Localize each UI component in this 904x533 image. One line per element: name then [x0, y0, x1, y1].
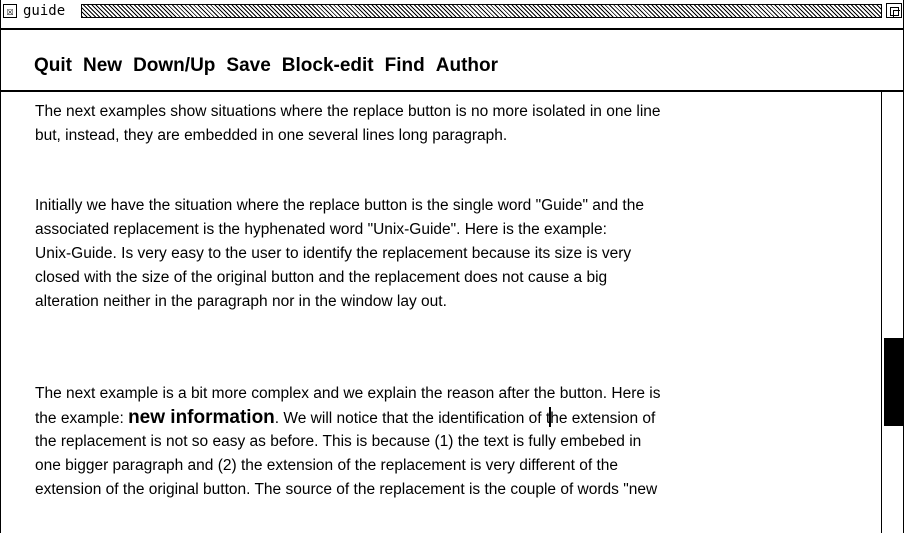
text-line: The next example is a bit more complex a… [35, 385, 661, 402]
resize-icon[interactable] [886, 3, 902, 18]
text-segment: . We will notice that the identification… [274, 410, 551, 427]
text-line: Unix-Guide. Is very easy to the user to … [35, 245, 632, 262]
text-line: the replacement is not so easy as before… [35, 433, 642, 450]
guide-window: ☒ guide Quit New Down/Up Save Block-edit… [0, 0, 904, 533]
menu-quit[interactable]: Quit [34, 55, 72, 77]
menu-find[interactable]: Find [385, 55, 425, 77]
window-title: guide [23, 3, 70, 19]
text-segment: the example: [35, 410, 129, 427]
new-information-button[interactable]: new information [128, 407, 275, 428]
vertical-scrollbar[interactable] [881, 92, 904, 533]
menu-block-edit[interactable]: Block-edit [282, 55, 374, 77]
text-line-with-button: the example: new information. We will no… [35, 406, 865, 430]
title-bar-stipple [81, 4, 882, 18]
text-segment: he extension of [550, 410, 656, 427]
resize-icon-corner [893, 10, 900, 17]
paragraph-3: The next example is a bit more complex a… [35, 382, 865, 502]
document-content[interactable]: The next examples show situations where … [1, 92, 881, 533]
paragraph-2: Initially we have the situation where th… [35, 194, 865, 314]
text-line: closed with the size of the original but… [35, 269, 608, 286]
menu-author[interactable]: Author [436, 55, 498, 77]
menu-save[interactable]: Save [226, 55, 270, 77]
text-line: but, instead, they are embedded in one s… [35, 127, 508, 144]
title-bar[interactable]: ☒ guide [1, 0, 903, 30]
text-line: The next examples show situations where … [35, 103, 661, 120]
text-line: one bigger paragraph and (2) the extensi… [35, 457, 619, 474]
text-line: associated replacement is the hyphenated… [35, 221, 607, 238]
text-line: Initially we have the situation where th… [35, 197, 644, 214]
text-line: extension of the original button. The so… [35, 481, 658, 498]
paragraph-1: The next examples show situations where … [35, 100, 865, 148]
text-line: alteration neither in the paragraph nor … [35, 293, 447, 310]
close-icon[interactable]: ☒ [3, 4, 17, 18]
scrollbar-thumb[interactable] [884, 338, 904, 426]
menu-down-up[interactable]: Down/Up [133, 55, 215, 77]
menu-bar: Quit New Down/Up Save Block-edit Find Au… [1, 30, 903, 92]
menu-new[interactable]: New [83, 55, 122, 77]
